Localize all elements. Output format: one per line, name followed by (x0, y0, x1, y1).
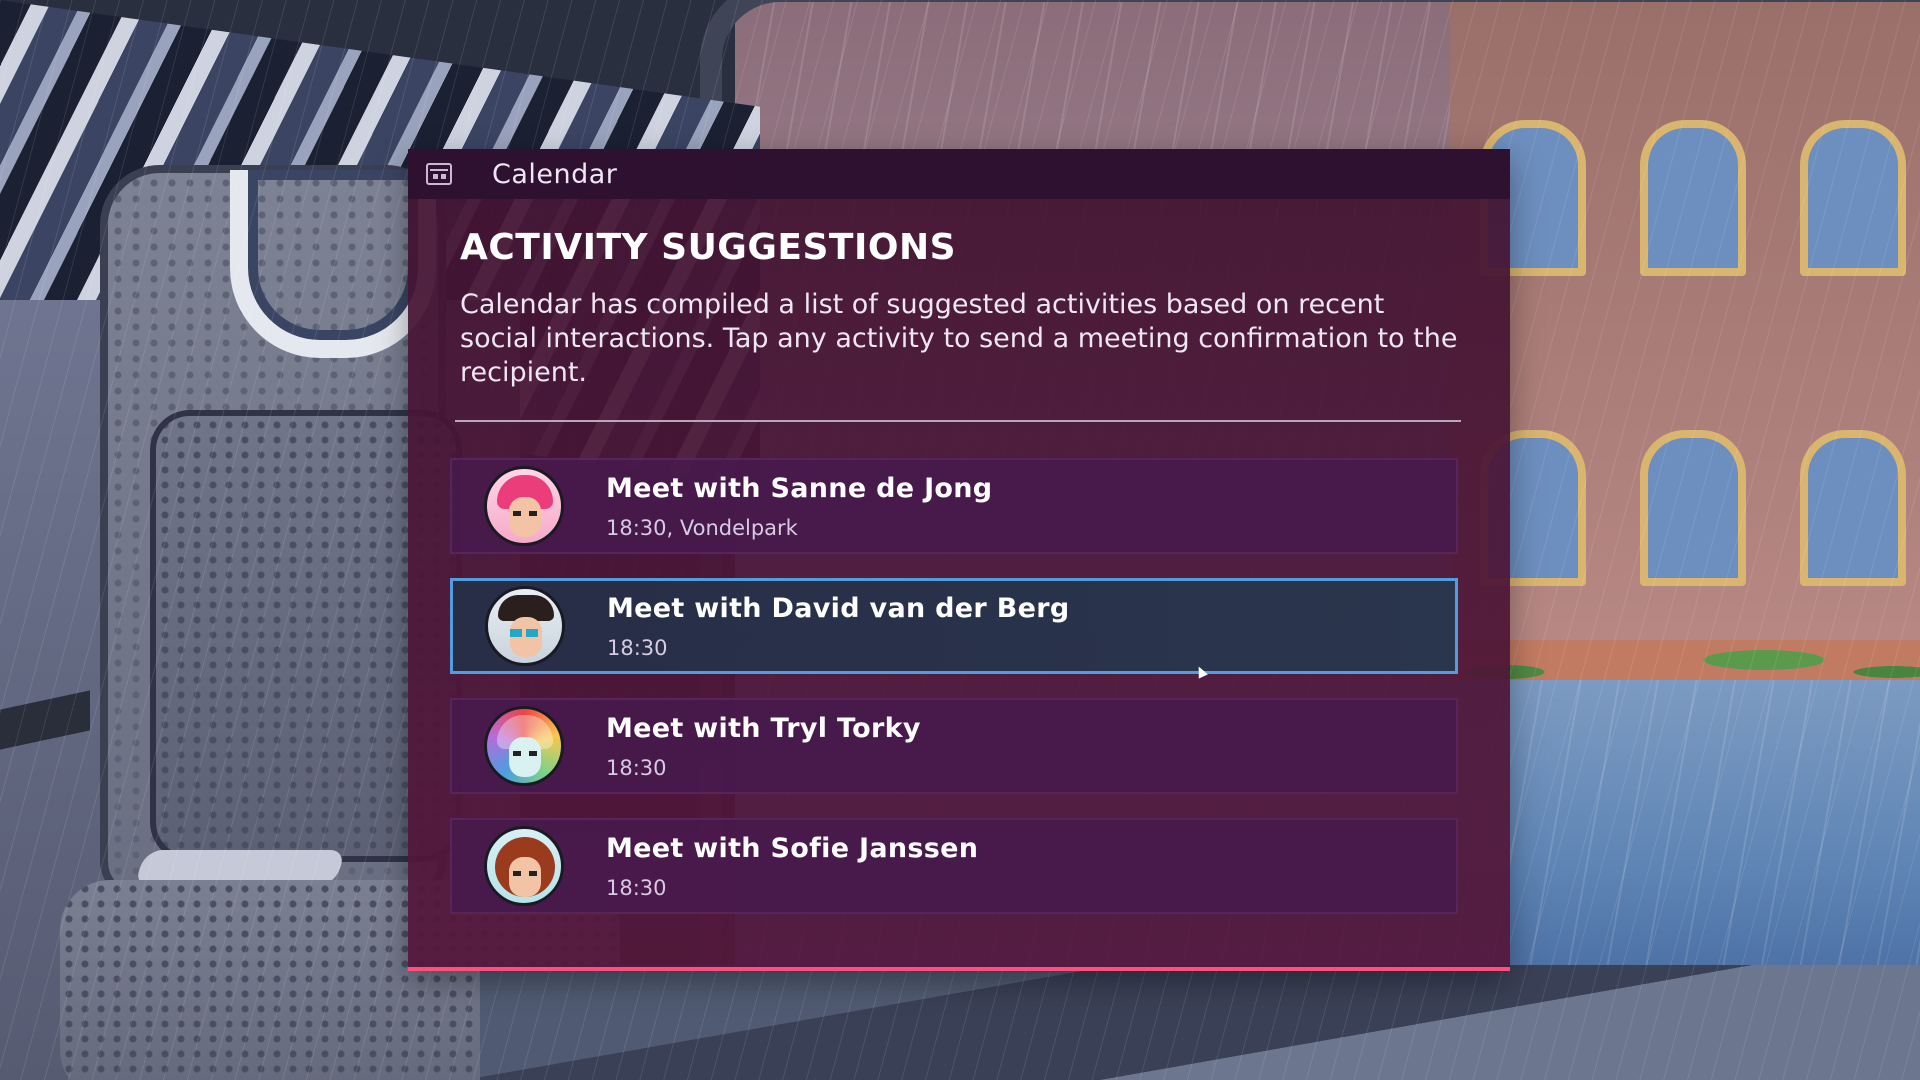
calendar-icon (426, 163, 452, 185)
calendar-panel: Calendar ACTIVITY SUGGESTIONS Calendar h… (408, 149, 1510, 971)
activity-item-tryl[interactable]: Meet with Tryl Torky 18:30 (450, 698, 1458, 794)
activity-title: Meet with David van der Berg (607, 592, 1070, 624)
page-title: ACTIVITY SUGGESTIONS (460, 227, 957, 268)
description-text: Calendar has compiled a list of suggeste… (460, 289, 1458, 388)
activity-item-sofie[interactable]: Meet with Sofie Janssen 18:30 (450, 818, 1458, 914)
activity-item-sanne[interactable]: Meet with Sanne de Jong 18:30, Vondelpar… (450, 458, 1458, 554)
activity-item-david[interactable]: Meet with David van der Berg 18:30 (450, 578, 1458, 674)
activity-list: Meet with Sanne de Jong 18:30, Vondelpar… (450, 458, 1458, 914)
activity-detail: 18:30 (607, 635, 668, 660)
activity-detail: 18:30 (606, 875, 667, 900)
avatar-sofie (484, 826, 564, 906)
avatar-david (485, 586, 565, 666)
calendar-content: ACTIVITY SUGGESTIONS Calendar has compil… (408, 199, 1510, 914)
activity-title: Meet with Sofie Janssen (606, 832, 979, 864)
avatar-tryl (484, 706, 564, 786)
divider (455, 420, 1461, 422)
activity-detail: 18:30, Vondelpark (606, 515, 798, 540)
activity-title: Meet with Tryl Torky (606, 712, 921, 744)
activity-title: Meet with Sanne de Jong (606, 472, 993, 504)
activity-detail: 18:30 (606, 755, 667, 780)
window-title: Calendar (492, 158, 618, 190)
calendar-titlebar: Calendar (408, 149, 1510, 199)
avatar-sanne (484, 466, 564, 546)
train-floor (480, 965, 1920, 1080)
seat-headrest (230, 170, 436, 358)
